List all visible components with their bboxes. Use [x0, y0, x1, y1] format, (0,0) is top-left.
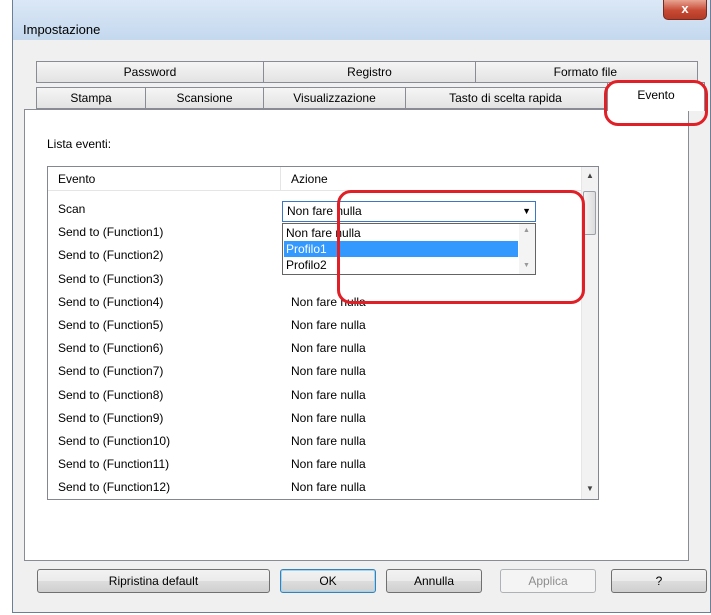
- tab-stampa[interactable]: Stampa: [36, 87, 146, 109]
- scroll-down-icon[interactable]: ▼: [582, 480, 598, 497]
- help-button[interactable]: ?: [611, 569, 707, 593]
- scroll-up-icon[interactable]: ▲: [582, 167, 598, 184]
- column-header-evento[interactable]: Evento: [48, 167, 281, 191]
- column-header-azione[interactable]: Azione: [281, 167, 582, 191]
- list-item-event[interactable]: Send to (Function11): [58, 457, 169, 471]
- list-item-event[interactable]: Send to (Function2): [58, 248, 163, 262]
- list-item-action[interactable]: Non fare nulla: [291, 434, 366, 448]
- reset-default-button[interactable]: Ripristina default: [37, 569, 270, 593]
- list-item-event[interactable]: Send to (Function10): [58, 434, 170, 448]
- tab-visualizzazione[interactable]: Visualizzazione: [263, 87, 406, 109]
- close-icon: x: [681, 1, 689, 16]
- list-item-event[interactable]: Send to (Function4): [58, 295, 163, 309]
- list-item-event[interactable]: Send to (Function6): [58, 341, 163, 355]
- list-item-action[interactable]: Non fare nulla: [291, 388, 366, 402]
- tab-password[interactable]: Password: [36, 61, 264, 83]
- list-item-event[interactable]: Scan: [58, 202, 85, 216]
- ok-button[interactable]: OK: [280, 569, 376, 593]
- tab-registro[interactable]: Registro: [263, 61, 476, 83]
- event-list-label: Lista eventi:: [47, 137, 112, 151]
- cancel-button[interactable]: Annulla: [386, 569, 482, 593]
- list-item-action[interactable]: Non fare nulla: [291, 364, 366, 378]
- list-item-action[interactable]: Non fare nulla: [291, 457, 366, 471]
- tab-tasto-scelta-rapida[interactable]: Tasto di scelta rapida: [405, 87, 606, 109]
- list-item-event[interactable]: Send to (Function5): [58, 318, 163, 332]
- list-item-action[interactable]: Non fare nulla: [291, 411, 366, 425]
- evento-tab-highlight: [604, 80, 708, 126]
- tab-scansione[interactable]: Scansione: [145, 87, 264, 109]
- title-bar: Impostazione x: [13, 0, 710, 40]
- list-item-event[interactable]: Send to (Function9): [58, 411, 163, 425]
- list-item-action[interactable]: Non fare nulla: [291, 480, 366, 494]
- apply-button[interactable]: Applica: [500, 569, 596, 593]
- window-title: Impostazione: [23, 22, 101, 37]
- list-item-action[interactable]: Non fare nulla: [291, 341, 366, 355]
- list-item-event[interactable]: Send to (Function1): [58, 225, 163, 239]
- list-item-action[interactable]: Non fare nulla: [291, 318, 366, 332]
- list-item-event[interactable]: Send to (Function3): [58, 272, 163, 286]
- list-item-event[interactable]: Send to (Function12): [58, 480, 170, 494]
- list-item-event[interactable]: Send to (Function7): [58, 364, 163, 378]
- azione-dropdown-highlight: [337, 190, 585, 304]
- close-button[interactable]: x: [663, 0, 707, 20]
- list-item-event[interactable]: Send to (Function8): [58, 388, 163, 402]
